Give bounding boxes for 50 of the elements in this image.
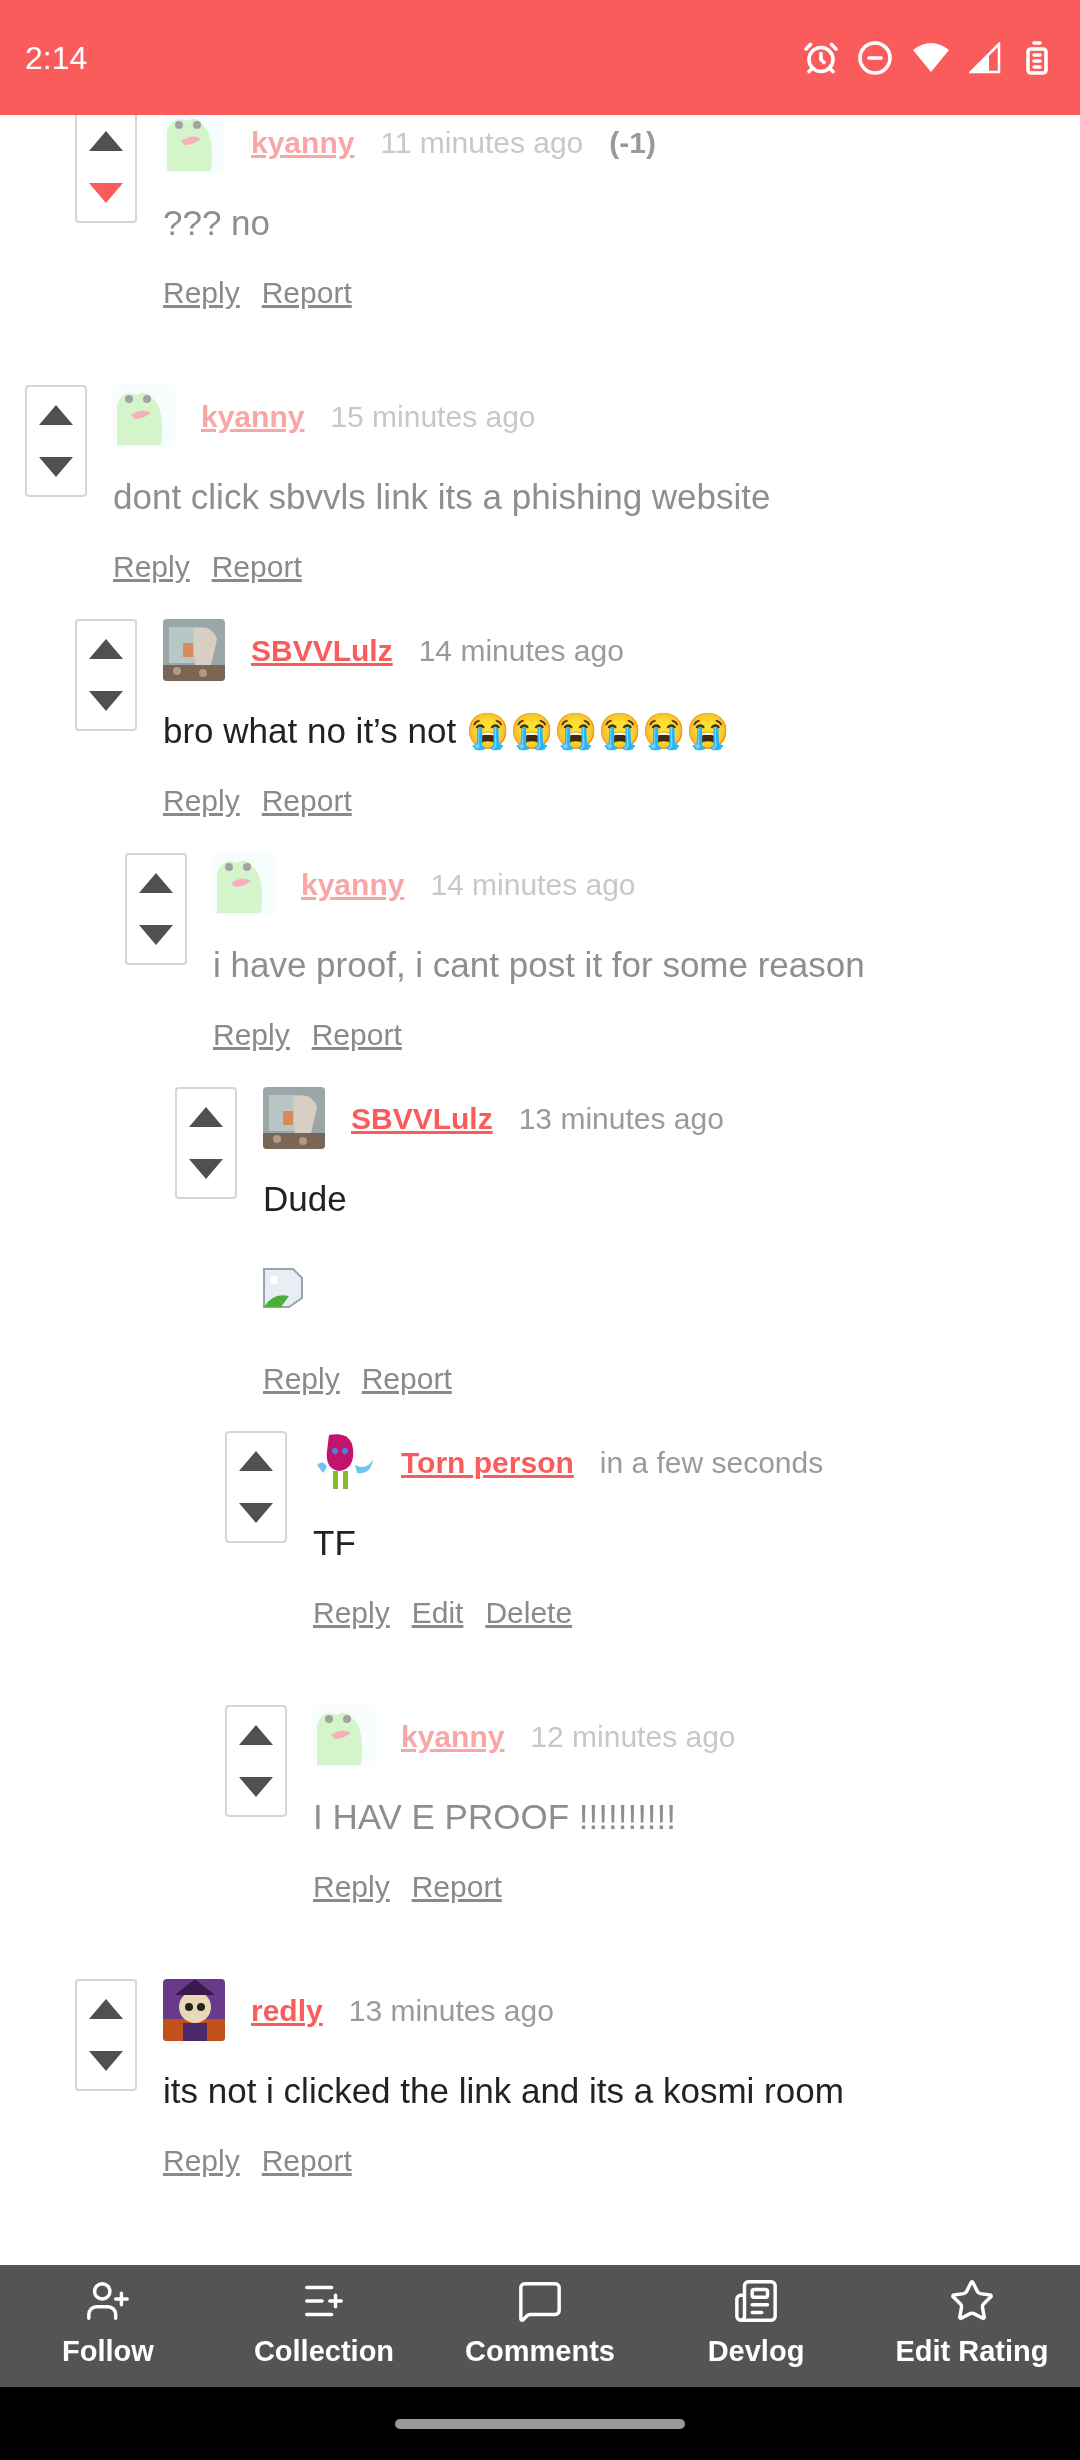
comment-action-link[interactable]: Report (261, 273, 352, 313)
nav-button[interactable]: Edit Rating (864, 2265, 1080, 2387)
author-link[interactable]: kyanny (301, 861, 405, 907)
broken-image-icon (263, 1268, 303, 1308)
author-link[interactable]: kyanny (401, 1713, 505, 1759)
nav-button[interactable]: Comments (432, 2265, 648, 2387)
comment-action-link[interactable]: Edit (411, 1593, 464, 1633)
comment-text: TF (313, 1522, 357, 1564)
author-link[interactable]: SBVVLulz (351, 1095, 493, 1141)
comment-action-link[interactable]: Report (361, 1359, 452, 1399)
comment-action-link[interactable]: Report (411, 1867, 502, 1907)
comment-text: dont click sbvvls link its a phishing website (113, 476, 771, 518)
comment-time: in a few seconds (599, 1444, 824, 1481)
comment-action-link[interactable]: Reply (163, 273, 240, 313)
signal-icon (969, 41, 1001, 74)
author-link[interactable]: kyanny (251, 119, 355, 165)
comment-time: 13 minutes ago (518, 1100, 724, 1137)
comment-text: bro what no it’s not 😭😭😭😭😭😭 (163, 710, 730, 753)
author-link[interactable]: Torn person (401, 1439, 574, 1485)
author-link[interactable]: SBVVLulz (251, 627, 393, 673)
home-indicator[interactable] (395, 2418, 685, 2429)
comment-text: I HAV E PROOF !!!!!!!!!! (313, 1796, 678, 1838)
comment-action-link[interactable]: Delete (485, 1593, 573, 1633)
newspaper-icon (733, 2278, 779, 2325)
author-link[interactable]: kyanny (201, 393, 305, 439)
comment-action-link[interactable]: Reply (113, 547, 190, 587)
comment-action-link[interactable]: Reply (163, 2141, 240, 2181)
comment-action-link[interactable]: Reply (263, 1359, 340, 1399)
wifi-icon (911, 41, 951, 74)
author-link[interactable]: redly (251, 1987, 323, 2033)
comment-action-link[interactable]: Reply (213, 1015, 290, 1055)
comment-action-link[interactable]: Reply (163, 781, 240, 821)
comment-action-link[interactable]: Report (211, 547, 302, 587)
comment-action-link[interactable]: Report (311, 1015, 402, 1055)
status-time: 2:14 (25, 38, 88, 78)
comment-action-link[interactable]: Reply (313, 1867, 390, 1907)
nav-button[interactable]: Collection (216, 2265, 432, 2387)
comment-action-link[interactable]: Report (261, 2141, 352, 2181)
do-not-disturb-icon (857, 39, 893, 76)
comment-text: ??? no (163, 202, 272, 244)
comment-score: (-1) (609, 124, 656, 161)
comment-time: 14 minutes ago (418, 632, 624, 669)
comment-text: i have proof, i cant post it for some reason (213, 944, 865, 986)
comment-text: its not i clicked the link and its a kosmi room (163, 2070, 844, 2112)
comment-action-link[interactable]: Report (261, 781, 352, 821)
nav-button[interactable]: Devlog (648, 2265, 864, 2387)
comment-text: Dude (263, 1178, 348, 1220)
comment-action-link[interactable]: Reply (313, 1593, 390, 1633)
comment-time: 13 minutes ago (348, 1992, 554, 2029)
nav-button[interactable]: Follow (0, 2265, 216, 2387)
